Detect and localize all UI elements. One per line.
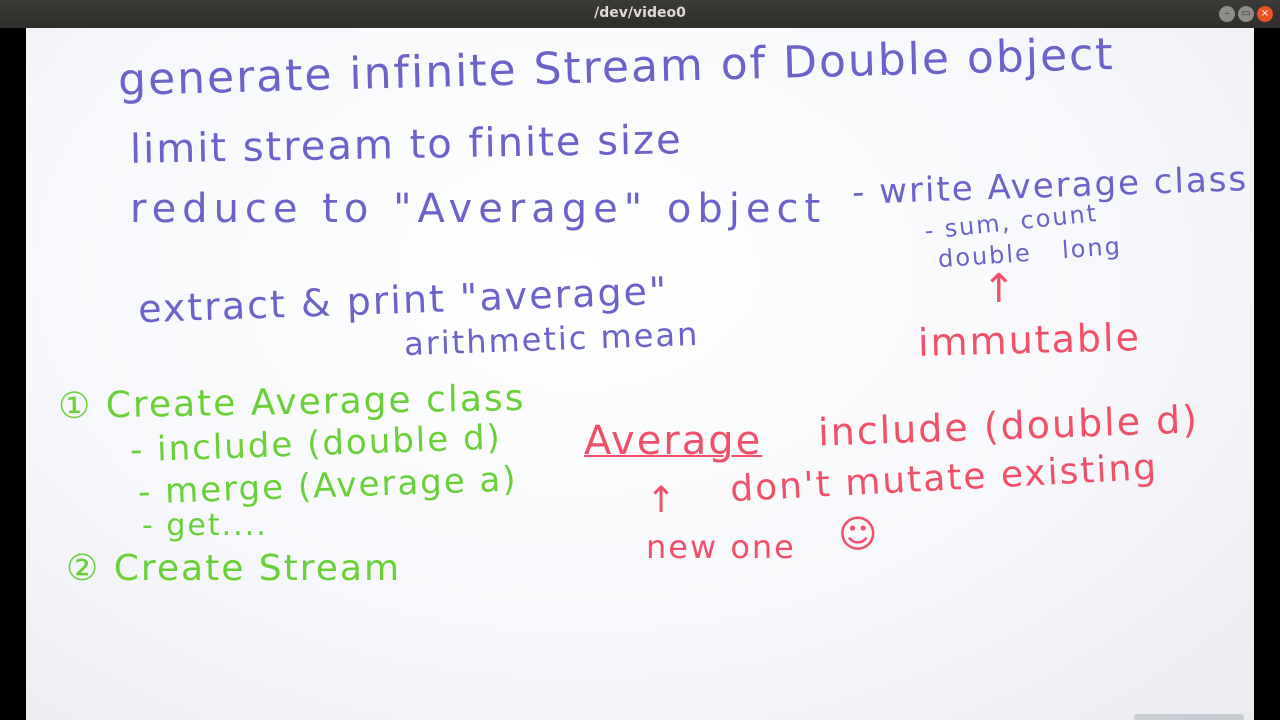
smiley-icon: ☺ xyxy=(838,512,880,556)
note-line-3: reduce to "Average" object xyxy=(130,186,827,232)
note-new-one: new one xyxy=(646,528,796,566)
close-icon[interactable]: × xyxy=(1257,6,1273,22)
whiteboard: generate infinite Stream of Double objec… xyxy=(26,28,1254,720)
window-title: /dev/video0 xyxy=(594,5,686,21)
maximize-icon[interactable]: ▭ xyxy=(1238,6,1254,22)
note-step-2: ② Create Stream xyxy=(66,548,402,589)
video-viewport: generate infinite Stream of Double objec… xyxy=(0,28,1280,720)
minimize-icon[interactable]: – xyxy=(1219,6,1235,22)
note-line-1: generate infinite Stream of Double objec… xyxy=(117,28,1116,107)
arrow-up-icon: ↑ xyxy=(982,266,1018,312)
note-type-long: long xyxy=(1061,231,1123,265)
note-get: - get.... xyxy=(142,508,268,543)
note-line-2: limit stream to finite size xyxy=(129,117,684,173)
note-include-signature: include (double d) xyxy=(817,397,1200,455)
window-titlebar[interactable]: /dev/video0 – ▭ × xyxy=(0,0,1280,29)
note-average: Average xyxy=(584,418,763,464)
note-line-4b: arithmetic mean xyxy=(403,314,700,364)
arrow-up-icon-2: ↑ xyxy=(646,480,679,521)
marker-tray xyxy=(1134,714,1244,720)
note-immutable: immutable xyxy=(917,315,1142,365)
note-dont-mutate: don't mutate existing xyxy=(729,446,1160,511)
